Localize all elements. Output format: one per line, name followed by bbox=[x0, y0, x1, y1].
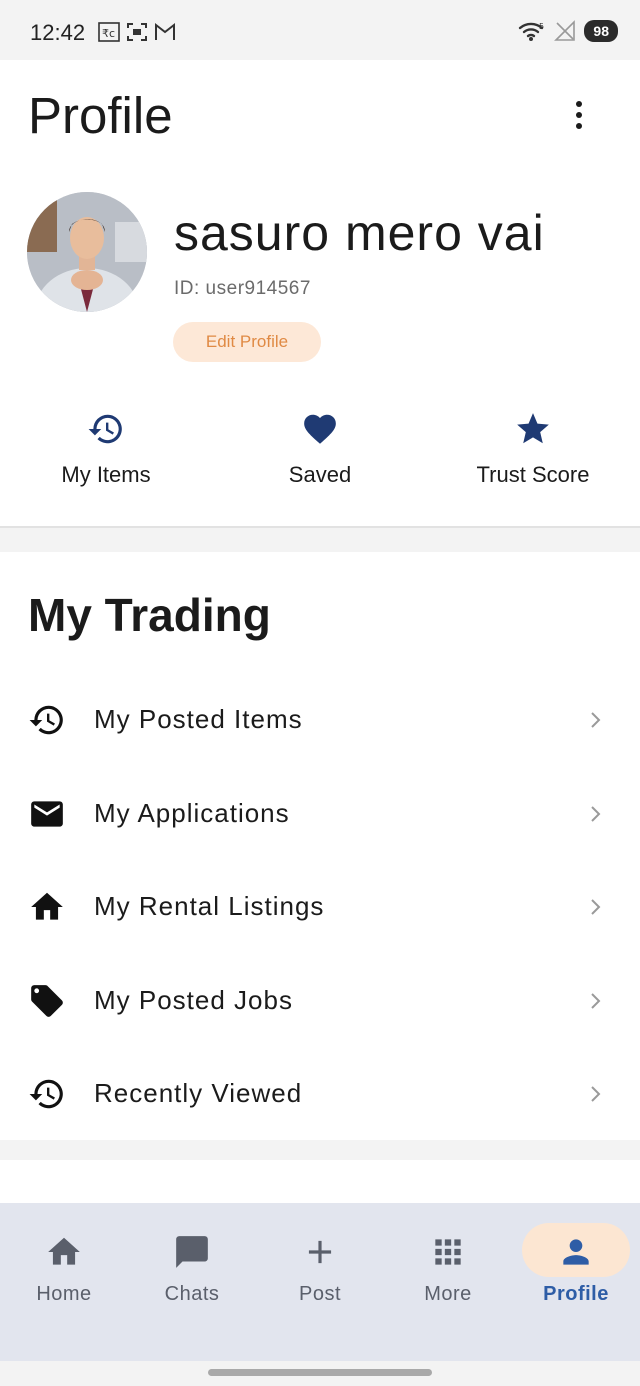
chevron-right-icon bbox=[591, 711, 601, 728]
nav-label: Chats bbox=[164, 1283, 220, 1305]
edit-profile-button[interactable]: Edit Profile bbox=[173, 322, 321, 362]
status-right-icons: 5 98 bbox=[518, 20, 618, 42]
mail-icon bbox=[31, 800, 63, 827]
status-bar: 12:42 ₹c 5 98 bbox=[0, 0, 640, 60]
menu-item-recently-viewed[interactable]: Recently Viewed bbox=[0, 1047, 640, 1140]
chevron-right-icon bbox=[591, 805, 601, 822]
chat-icon bbox=[176, 1236, 208, 1268]
home-icon bbox=[48, 1237, 80, 1265]
user-id: ID: user914567 bbox=[174, 278, 311, 299]
menu-item-my-rental-listings[interactable]: My Rental Listings bbox=[0, 860, 640, 953]
chevron-right-icon bbox=[591, 1085, 601, 1102]
quick-action-my-items[interactable]: My Items bbox=[6, 410, 206, 488]
status-left-icons: ₹c bbox=[98, 22, 176, 42]
gesture-bar bbox=[0, 1361, 640, 1386]
nav-label: Profile bbox=[543, 1283, 609, 1305]
nav-post[interactable]: Post bbox=[260, 1223, 380, 1333]
menu-item-my-posted-jobs[interactable]: My Posted Jobs bbox=[0, 954, 640, 1047]
profile-header-card: Profile sasuro mero vai ID: user914567 E… bbox=[0, 60, 640, 528]
menu-item-label: Recently Viewed bbox=[94, 1078, 303, 1108]
history-icon bbox=[29, 1079, 63, 1108]
svg-text:₹c: ₹c bbox=[102, 27, 115, 40]
home-icon bbox=[31, 892, 63, 920]
quick-action-trust-score[interactable]: Trust Score bbox=[433, 410, 633, 488]
nav-home[interactable]: Home bbox=[4, 1223, 124, 1333]
quick-action-label: My Items bbox=[61, 462, 151, 487]
status-time: 12:42 bbox=[30, 20, 86, 45]
grid-icon bbox=[435, 1239, 461, 1265]
menu-item-label: My Rental Listings bbox=[94, 891, 325, 921]
menu-item-my-posted-items[interactable]: My Posted Items bbox=[0, 673, 640, 766]
svg-text:5: 5 bbox=[539, 22, 544, 31]
history-icon bbox=[88, 414, 122, 444]
menu-item-label: My Posted Jobs bbox=[94, 985, 293, 1015]
section-title: My Trading bbox=[28, 589, 271, 641]
bottom-navigation: Home Chats Post More Profile bbox=[0, 1203, 640, 1361]
rupee-icon: ₹c bbox=[98, 22, 120, 42]
nav-label: More bbox=[424, 1283, 472, 1305]
battery-badge: 98 bbox=[584, 20, 618, 42]
chevron-right-icon bbox=[591, 898, 601, 915]
quick-action-label: Saved bbox=[288, 462, 352, 487]
chevron-right-icon bbox=[591, 992, 601, 1009]
nav-more[interactable]: More bbox=[388, 1223, 508, 1333]
avatar[interactable] bbox=[27, 192, 147, 312]
nav-profile[interactable]: Profile bbox=[516, 1223, 636, 1333]
home-indicator[interactable] bbox=[208, 1369, 432, 1376]
avatar-photo bbox=[27, 192, 147, 312]
my-trading-section: My Trading My Posted Items My Applicatio… bbox=[0, 552, 640, 1140]
person-icon bbox=[563, 1239, 589, 1265]
page-title: Profile bbox=[28, 87, 173, 144]
menu-item-label: My Applications bbox=[94, 798, 290, 828]
more-vert-icon[interactable] bbox=[562, 92, 596, 138]
menu-item-my-applications[interactable]: My Applications bbox=[0, 767, 640, 860]
next-section-card bbox=[0, 1160, 640, 1204]
star-icon bbox=[517, 413, 549, 444]
plus-icon bbox=[308, 1240, 332, 1264]
history-icon bbox=[29, 705, 63, 734]
screen-capture-icon bbox=[127, 23, 147, 41]
quick-action-saved[interactable]: Saved bbox=[220, 410, 420, 488]
quick-action-label: Trust Score bbox=[476, 462, 590, 487]
wifi-icon: 5 bbox=[519, 22, 545, 41]
tag-icon bbox=[31, 984, 63, 1017]
no-signal-icon bbox=[554, 20, 576, 41]
gmail-icon bbox=[155, 22, 175, 40]
nav-label: Post bbox=[298, 1283, 342, 1305]
nav-chats[interactable]: Chats bbox=[132, 1223, 252, 1333]
nav-label: Home bbox=[36, 1283, 92, 1305]
heart-icon bbox=[304, 414, 336, 444]
menu-item-label: My Posted Items bbox=[94, 704, 303, 734]
user-name: sasuro mero vai bbox=[174, 205, 545, 261]
